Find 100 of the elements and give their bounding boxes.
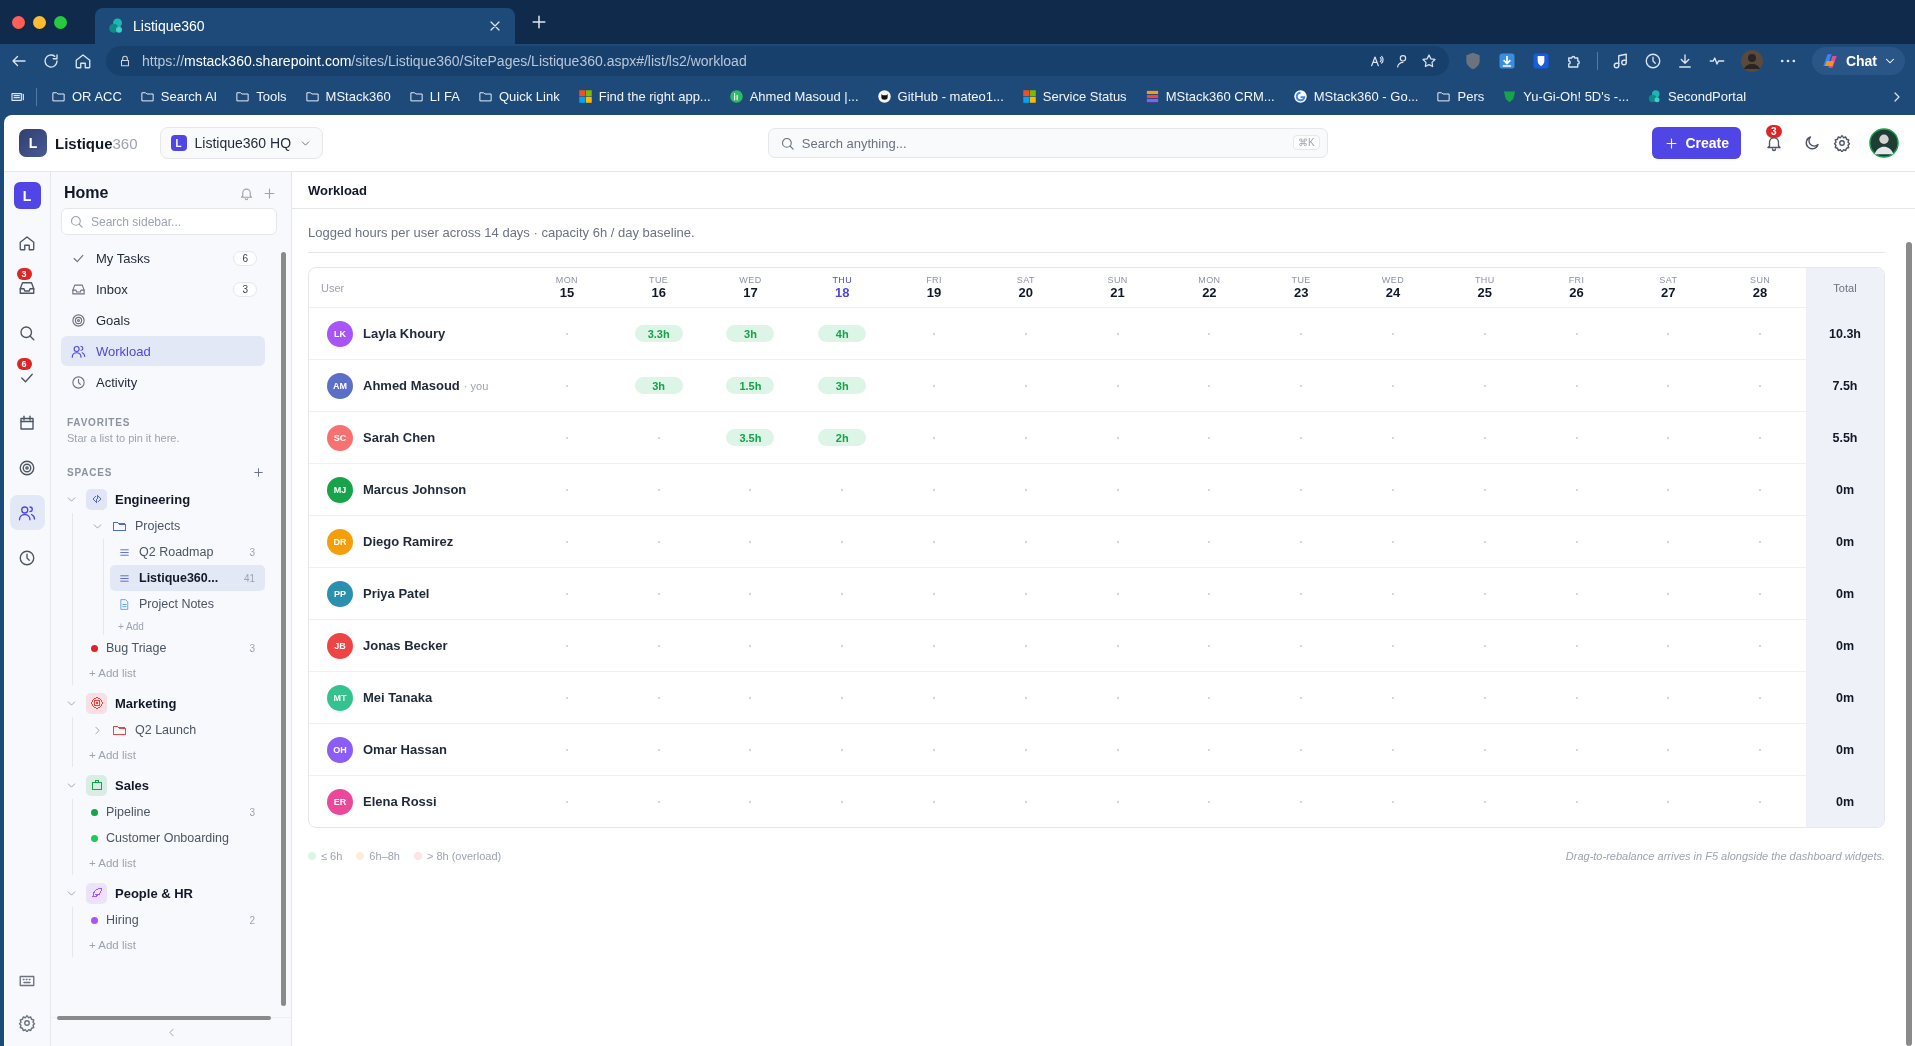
scrollbar[interactable] (281, 252, 286, 1006)
total-cell: 10.3h (1806, 308, 1884, 359)
total-cell: 0m (1806, 776, 1884, 827)
sidebar-item[interactable]: Goals (61, 305, 265, 335)
day-header: TUE 23 (1290, 274, 1312, 302)
space-item[interactable]: People & HR (61, 879, 277, 907)
clock-icon[interactable] (18, 548, 36, 567)
bookmark[interactable]: SecondPortal (1643, 89, 1751, 104)
bookmark[interactable]: Service Status (1017, 89, 1131, 104)
people-icon[interactable] (18, 503, 36, 522)
day-header: WED 17 (738, 274, 763, 302)
app-logo[interactable]: L (13, 182, 41, 209)
day-header: FRI 19 (925, 274, 943, 302)
bookmark[interactable]: MStack360 CRM... (1140, 89, 1279, 104)
url-text: https://mstack360.sharepoint.com/sites/Listique360/SitePages/Listique360.aspx#/list/ls2/workload (142, 53, 747, 69)
bookmark[interactable]: MStack360 (300, 89, 395, 104)
chat-button[interactable]: Chat (1811, 47, 1905, 75)
target-icon[interactable] (18, 458, 36, 477)
folder-icon (478, 89, 493, 104)
space-item[interactable]: Engineering (61, 485, 277, 513)
section-heading: SPACES (67, 467, 113, 478)
rail-nav-item[interactable]: 6 (9, 360, 45, 395)
settings-icon[interactable] (18, 1014, 36, 1032)
rail-nav-item[interactable] (9, 495, 45, 530)
settings-icon[interactable] (1833, 134, 1851, 152)
sidebar-item[interactable]: Activity (61, 367, 265, 397)
sidebar-item[interactable]: My Tasks 6 (61, 243, 265, 273)
calendar-icon[interactable] (18, 413, 36, 432)
bookmark[interactable]: Search AI (135, 89, 222, 104)
total-cell: 0m (1806, 620, 1884, 671)
item-count: 2 (249, 914, 255, 926)
count-badge: 6 (233, 250, 257, 266)
tiles-icon (577, 89, 593, 104)
history-icon[interactable] (1643, 52, 1662, 70)
avatar: SC (327, 424, 353, 451)
page-subtitle: Logged hours per user across 14 days · capacity 6h / day baseline. (308, 225, 696, 240)
item-count: 3 (249, 546, 255, 558)
user-avatar[interactable] (1869, 128, 1899, 158)
you-label: · you (463, 379, 489, 392)
legend-label: 6h–8h (369, 850, 400, 862)
tree-item[interactable]: Q2 Roadmap 3 (110, 539, 265, 565)
user-name: Layla Khoury (363, 326, 446, 341)
empty-hint: Star a list to pin it here. (67, 432, 181, 444)
space-item[interactable]: Marketing (61, 689, 277, 717)
bookmark[interactable]: Ahmed Masoud |... (724, 89, 863, 104)
bookmark[interactable]: Find the right app... (573, 89, 715, 104)
bookmark[interactable]: Quick Link (474, 89, 564, 104)
site-icon (107, 17, 125, 35)
bookmark[interactable]: MStack360 - Go... (1288, 89, 1423, 104)
people-icon (71, 343, 86, 359)
sidebar-title: Home (64, 184, 109, 202)
bookmark[interactable]: Yu-Gi-Oh! 5D's -... (1498, 89, 1633, 104)
tree-item[interactable]: Projects (81, 513, 265, 539)
home-icon[interactable] (74, 52, 92, 70)
count-badge: 3 (233, 281, 257, 297)
stack-icon (1144, 89, 1160, 104)
scrollbar[interactable] (57, 1016, 271, 1020)
create-button[interactable]: Create (1652, 127, 1741, 159)
tree-item[interactable]: Pipeline 3 (81, 799, 265, 825)
tree-item[interactable]: Hiring 2 (81, 907, 265, 933)
tree-item[interactable]: Project Notes (110, 591, 265, 617)
folder-icon (1436, 89, 1452, 104)
total-cell: 0m (1806, 568, 1884, 619)
maximize-window-button[interactable] (54, 15, 67, 29)
star-icon[interactable] (1420, 53, 1437, 69)
count-badge: 3 (16, 268, 32, 280)
plus-icon[interactable] (252, 466, 265, 479)
browser-tab[interactable]: Listique360 (95, 8, 515, 44)
bookmark[interactable]: Pers (1432, 89, 1489, 104)
read-aloud-icon[interactable] (1368, 53, 1385, 69)
shortcut-key: ⌘K (1293, 135, 1320, 150)
tree-item[interactable]: Listique360... 41 (110, 565, 265, 591)
search-icon[interactable] (18, 323, 36, 342)
tree-item[interactable]: Customer Onboarding (81, 825, 265, 851)
bookmark[interactable]: GitHub - mateo1... (872, 89, 1008, 104)
bookmark[interactable]: Tools (231, 89, 291, 104)
close-window-button[interactable] (12, 15, 25, 29)
avatar: DR (327, 528, 353, 555)
moon-icon[interactable] (1803, 134, 1821, 152)
app-logo[interactable]: L (19, 129, 47, 157)
sidebar-search-field[interactable]: Search sidebar... (61, 208, 277, 235)
music-icon[interactable] (1611, 52, 1630, 70)
scrollbar[interactable] (1906, 242, 1912, 1046)
reload-icon[interactable] (42, 52, 60, 70)
workspace-selector[interactable]: L Listique360 HQ (159, 127, 324, 159)
tree-item[interactable]: Bug Triage 3 (81, 635, 265, 661)
address-field[interactable]: https://mstack360.sharepoint.com/sites/Listique360/SitePages/Listique360.aspx#/list/ls2/workload (106, 46, 1449, 76)
day-header: SAT 27 (1658, 274, 1679, 302)
bookmark[interactable]: LI FA (404, 89, 464, 104)
tree-item[interactable]: Q2 Launch (81, 717, 265, 743)
sidebar-item[interactable]: Workload (61, 336, 265, 366)
bookmark[interactable]: OR ACC (47, 89, 126, 104)
notification-badge: 3 (1766, 125, 1782, 138)
sidebar-item[interactable]: Inbox 3 (61, 274, 265, 304)
folder-icon (304, 89, 320, 104)
rail-nav-item[interactable]: 3 (9, 270, 45, 305)
space-item[interactable]: Sales (61, 771, 277, 799)
day-header: THU 25 (1473, 274, 1496, 302)
minimize-window-button[interactable] (33, 15, 46, 29)
count-badge: 6 (16, 358, 32, 370)
